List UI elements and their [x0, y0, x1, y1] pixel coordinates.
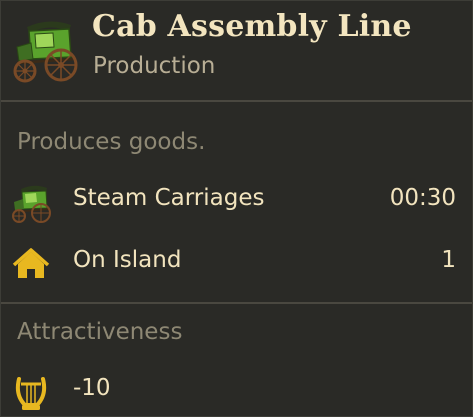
- steam-carriage-icon: [9, 13, 81, 85]
- product-row: Steam Carriages 00:30: [1, 181, 472, 223]
- attractiveness-row: -10: [1, 371, 472, 411]
- building-title: Cab Assembly Line: [92, 9, 412, 44]
- location-row: On Island 1: [1, 243, 472, 283]
- production-time: 00:30: [389, 185, 456, 211]
- steam-carriage-icon: [9, 181, 53, 225]
- attractiveness-value: -10: [73, 375, 111, 401]
- lyre-icon: [9, 371, 53, 415]
- location-count: 1: [441, 247, 456, 273]
- building-category: Production: [93, 53, 216, 79]
- product-name: Steam Carriages: [73, 185, 265, 211]
- home-icon: [9, 243, 53, 287]
- location-label: On Island: [73, 247, 182, 273]
- divider: [1, 302, 472, 304]
- production-section-label: Produces goods.: [17, 129, 206, 155]
- building-tooltip: Cab Assembly Line Production Produces go…: [0, 0, 473, 417]
- divider: [1, 100, 472, 102]
- attractiveness-section-label: Attractiveness: [17, 319, 183, 345]
- tooltip-header: Cab Assembly Line Production: [1, 1, 472, 99]
